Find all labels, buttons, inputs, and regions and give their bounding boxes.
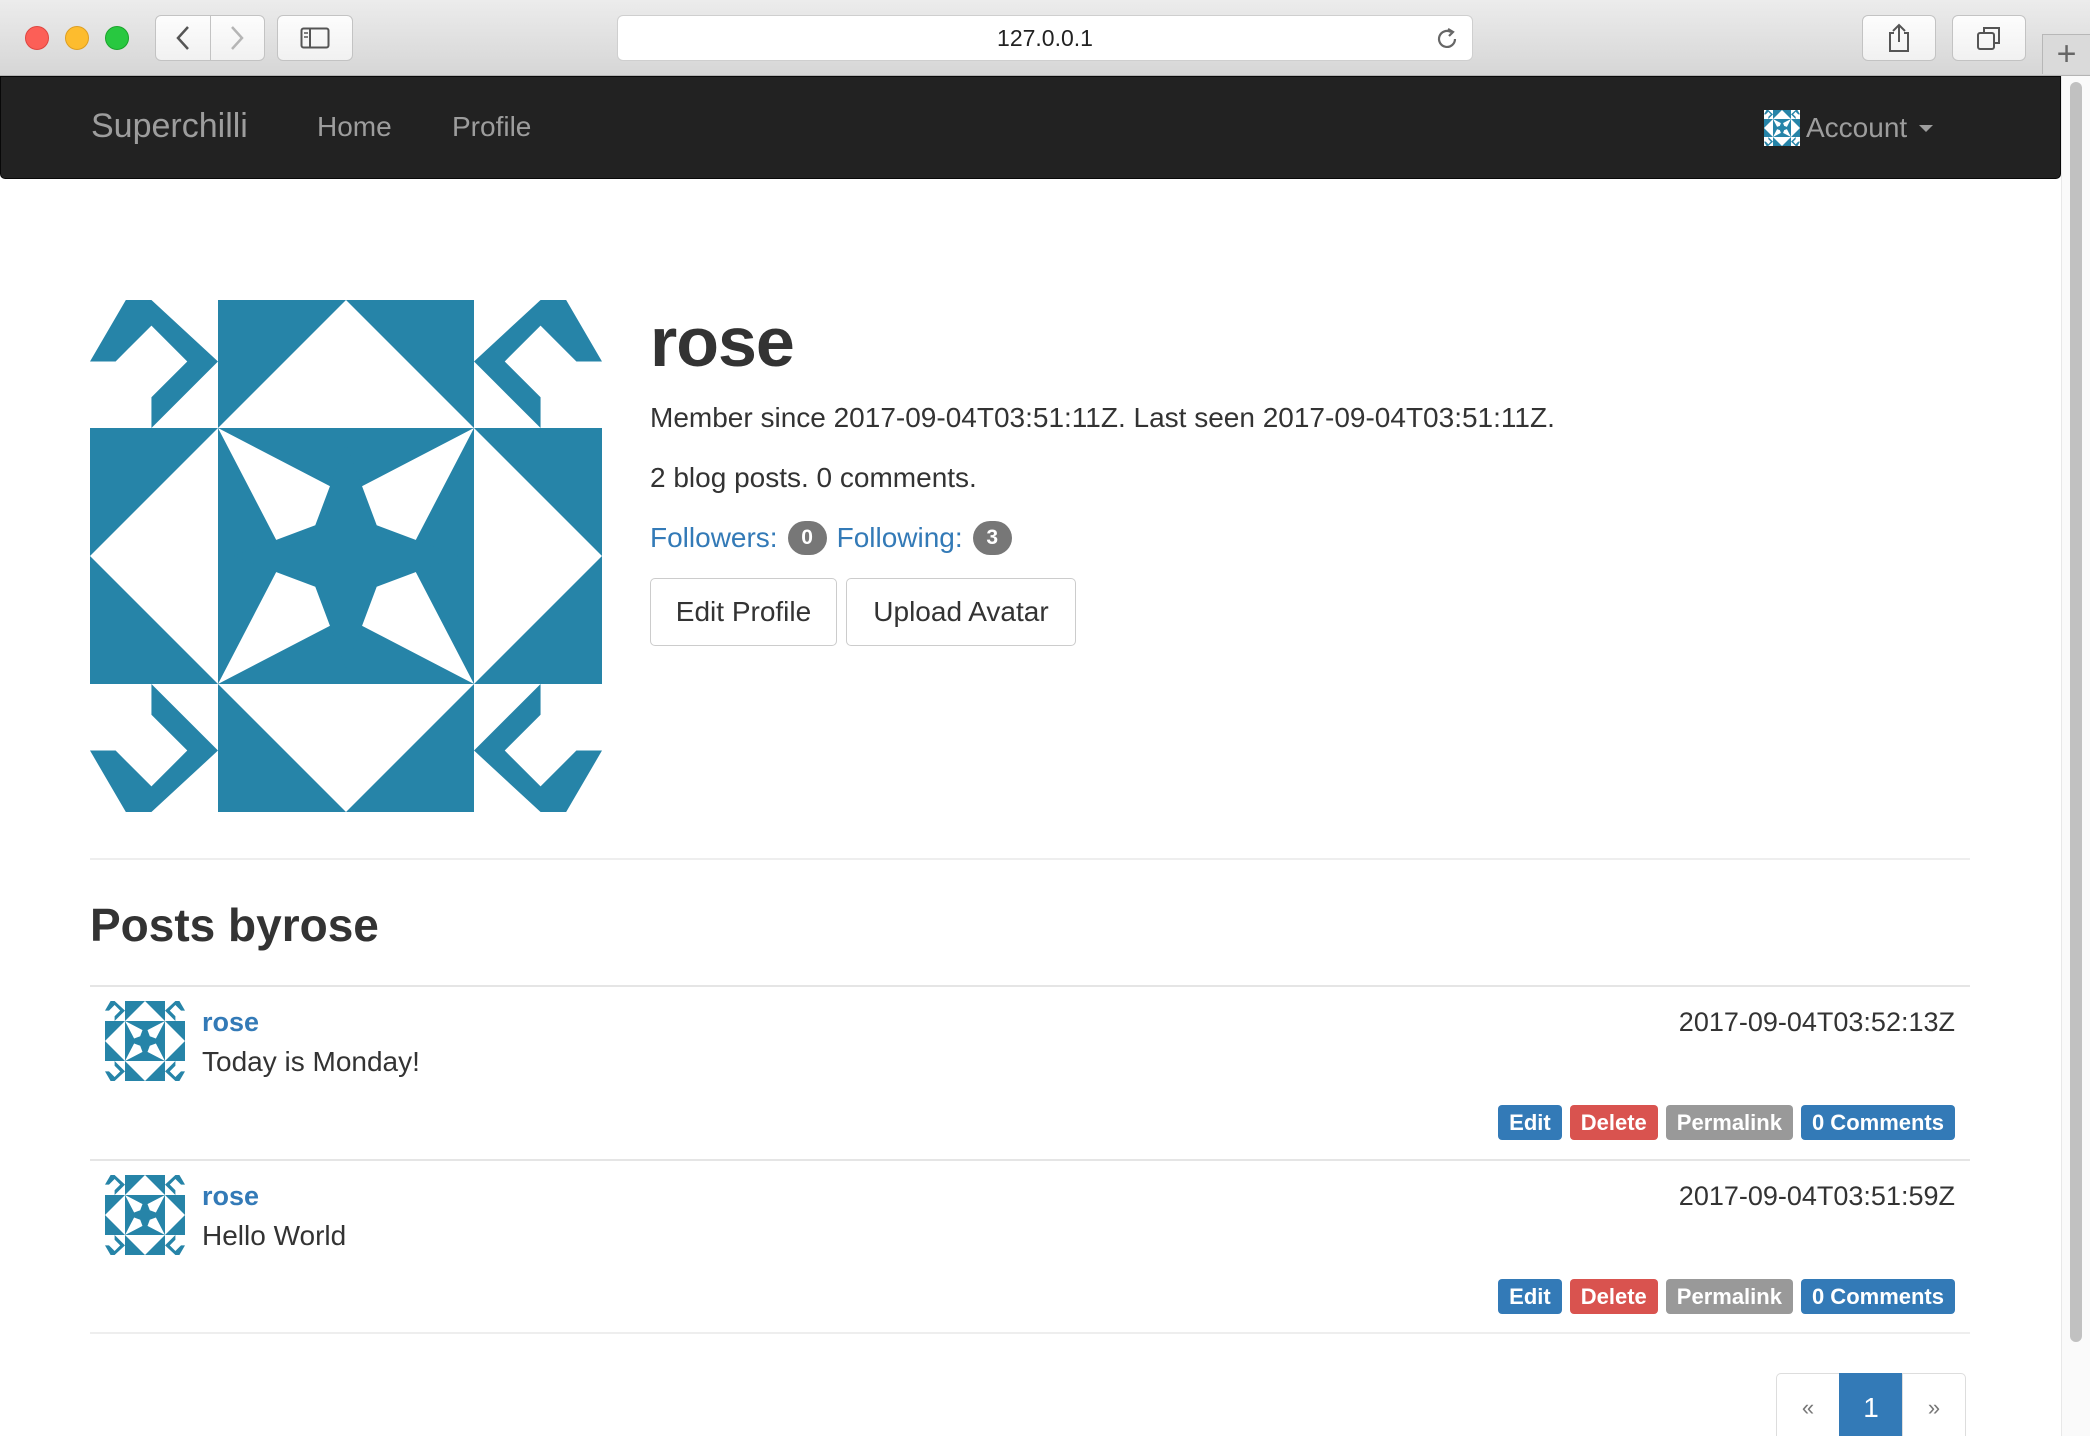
followers-link[interactable]: Followers:	[650, 522, 778, 554]
post-body: Today is Monday!	[202, 1046, 420, 1077]
show-tabs-button[interactable]	[1952, 15, 2026, 61]
account-avatar	[1764, 110, 1800, 146]
member-since-text: Member since 2017-09-04T03:51:11Z. Last …	[650, 402, 1555, 433]
nav-profile-link[interactable]: Profile	[452, 111, 531, 143]
following-link[interactable]: Following:	[837, 522, 963, 554]
reload-icon[interactable]	[1434, 26, 1460, 52]
post-item: rose Today is Monday! 2017-09-04T03:52:1…	[90, 985, 1970, 1159]
posts-heading: Posts byrose	[90, 899, 379, 951]
post-delete-button[interactable]: Delete	[1569, 1105, 1658, 1140]
chevron-left-icon	[176, 26, 189, 50]
chevron-right-icon	[231, 26, 244, 50]
profile-username: rose	[650, 303, 795, 381]
post-delete-button[interactable]: Delete	[1569, 1279, 1658, 1314]
post-edit-button[interactable]: Edit	[1498, 1105, 1562, 1140]
account-dropdown[interactable]: Account	[1764, 110, 1934, 146]
post-comment-counts: 2 blog posts. 0 comments.	[650, 462, 977, 493]
post-item: rose Hello World 2017-09-04T03:51:59Z Ed…	[90, 1159, 1970, 1333]
zoom-window-button[interactable]	[105, 26, 129, 50]
sidebar-icon	[300, 27, 330, 49]
post-actions: Edit Delete Permalink 0 Comments	[1498, 1279, 1955, 1314]
section-divider	[90, 858, 1970, 860]
share-button[interactable]	[1862, 15, 1936, 61]
follow-stats: Followers: 0 Following: 3	[650, 521, 1022, 555]
address-bar[interactable]: 127.0.0.1	[617, 15, 1473, 61]
post-comments-button[interactable]: 0 Comments	[1800, 1279, 1955, 1314]
new-tab-button[interactable]: +	[2042, 34, 2090, 74]
followers-count-badge: 0	[787, 521, 827, 555]
posts-bottom-divider	[90, 1332, 1970, 1334]
navbar: Superchilli Home Profile Account	[0, 76, 2061, 179]
pagination-page-current[interactable]: 1	[1839, 1373, 1903, 1436]
close-window-button[interactable]	[25, 26, 49, 50]
post-permalink-button[interactable]: Permalink	[1665, 1279, 1793, 1314]
pagination: « 1 »	[1776, 1373, 1966, 1436]
forward-button[interactable]	[209, 16, 265, 60]
scrollbar-thumb[interactable]	[2070, 82, 2082, 1342]
pagination-prev[interactable]: «	[1776, 1373, 1840, 1436]
post-body: Hello World	[202, 1220, 347, 1251]
back-button[interactable]	[156, 16, 210, 60]
post-comments-button[interactable]: 0 Comments	[1800, 1105, 1955, 1140]
following-count-badge: 3	[972, 521, 1012, 555]
post-author-link[interactable]: rose	[202, 1007, 259, 1038]
nav-home-link[interactable]: Home	[317, 111, 392, 143]
browser-toolbar: 127.0.0.1 +	[0, 0, 2090, 76]
post-author-avatar[interactable]	[105, 1175, 185, 1255]
pagination-next[interactable]: »	[1902, 1373, 1966, 1436]
upload-avatar-button[interactable]: Upload Avatar	[846, 578, 1076, 646]
post-edit-button[interactable]: Edit	[1498, 1279, 1562, 1314]
account-label: Account	[1806, 112, 1908, 143]
caret-down-icon	[1919, 124, 1934, 132]
post-timestamp: 2017-09-04T03:51:59Z	[1678, 1181, 1955, 1211]
post-author-avatar[interactable]	[105, 1001, 185, 1081]
address-bar-url: 127.0.0.1	[997, 24, 1093, 51]
post-author-link[interactable]: rose	[202, 1181, 259, 1212]
edit-profile-button[interactable]: Edit Profile	[650, 578, 837, 646]
post-actions: Edit Delete Permalink 0 Comments	[1498, 1105, 1955, 1140]
sidebar-toggle-button[interactable]	[277, 15, 353, 61]
profile-avatar	[90, 300, 602, 812]
brand-link[interactable]: Superchilli	[91, 107, 248, 146]
share-icon	[1889, 23, 1909, 52]
minimize-window-button[interactable]	[65, 26, 89, 50]
page-scrollbar[interactable]	[2061, 76, 2090, 1436]
post-permalink-button[interactable]: Permalink	[1665, 1105, 1793, 1140]
back-forward-group	[155, 15, 265, 61]
tabs-overview-icon	[1977, 27, 2000, 50]
post-timestamp: 2017-09-04T03:52:13Z	[1678, 1007, 1955, 1037]
